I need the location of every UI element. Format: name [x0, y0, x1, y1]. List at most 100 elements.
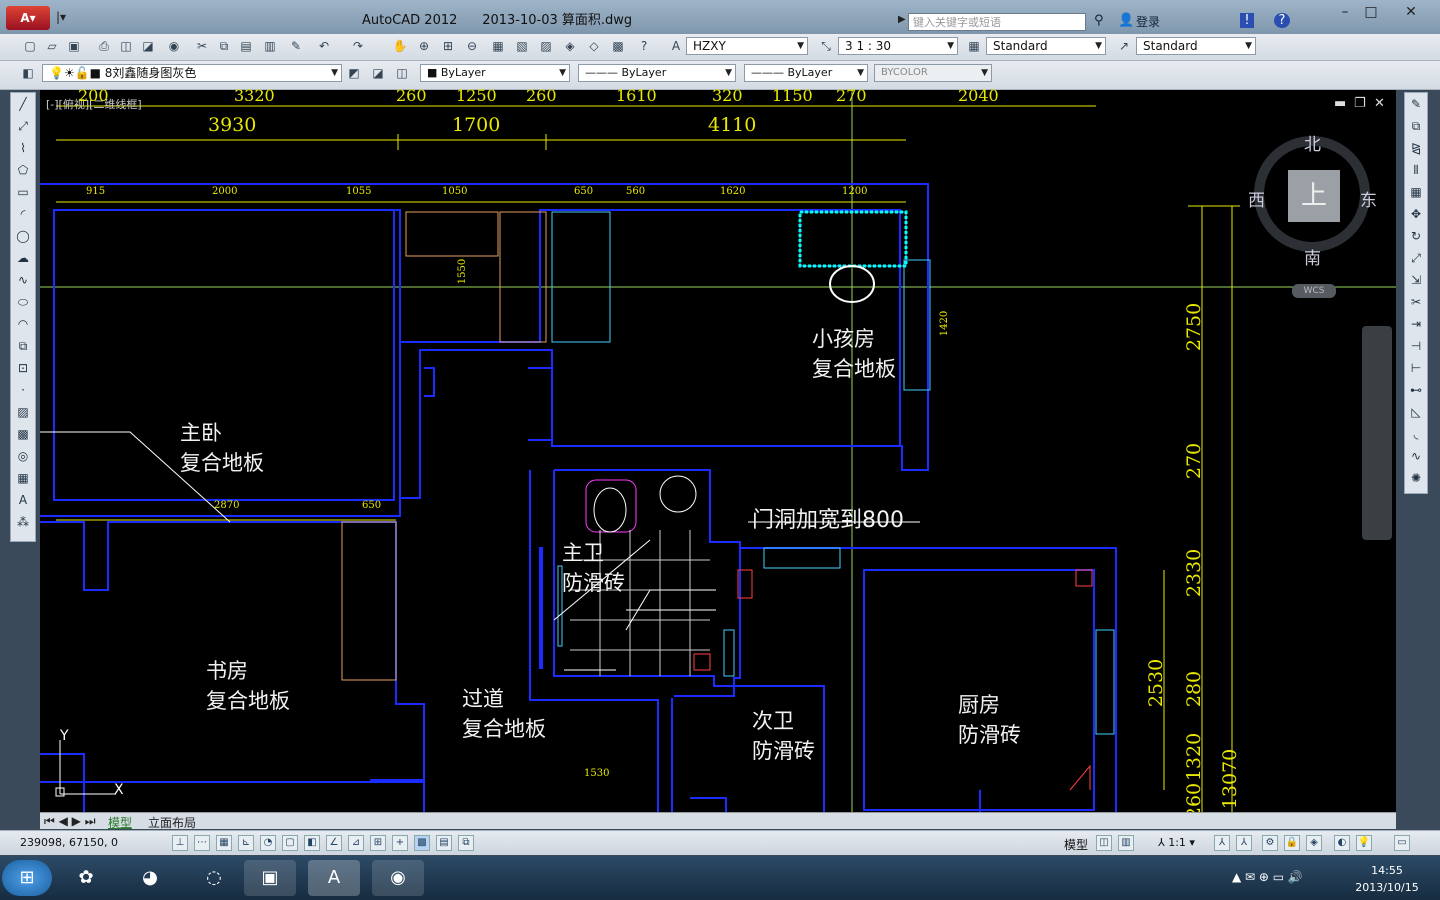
offset-icon[interactable]: ⫴: [1405, 159, 1427, 181]
grid-icon[interactable]: ▦: [216, 835, 232, 851]
tab-layout[interactable]: 立面布局: [148, 814, 196, 831]
markup-icon[interactable]: ◇: [586, 38, 602, 54]
app-pinwheel-icon[interactable]: ✿: [60, 860, 112, 896]
lineweight-toggle-icon[interactable]: +: [392, 835, 408, 851]
wcs-menu[interactable]: WCS: [1292, 284, 1336, 298]
otrack-icon[interactable]: ∠: [326, 835, 342, 851]
quick-access-menu-icon[interactable]: |▾: [56, 10, 66, 24]
start-button[interactable]: ⊞: [2, 860, 52, 896]
user-icon[interactable]: 👤: [1118, 13, 1134, 28]
ellipse-arc-icon[interactable]: ◠: [11, 313, 35, 335]
lock-icon[interactable]: 🔒: [1284, 835, 1300, 851]
break-point-icon[interactable]: ⊣: [1405, 335, 1427, 357]
sheet-set-icon[interactable]: ◈: [562, 38, 578, 54]
viewport-restore-icon[interactable]: ❐: [1354, 96, 1366, 111]
layer-manager-icon[interactable]: ◧: [20, 65, 36, 81]
polyline-icon[interactable]: ⌇: [11, 137, 35, 159]
login-link[interactable]: 登录: [1136, 13, 1160, 30]
minimize-button[interactable]: –: [1332, 4, 1358, 22]
annotation-scale[interactable]: ⅄ 1:1 ▾: [1158, 836, 1195, 849]
quick-view-layouts-icon[interactable]: ◫: [1096, 835, 1112, 851]
dim-style-select[interactable]: Standard ▼: [986, 37, 1106, 55]
ellipse-icon[interactable]: ⬭: [11, 291, 35, 313]
array-icon[interactable]: ▦: [1405, 181, 1427, 203]
preview-icon[interactable]: ◫: [118, 38, 134, 54]
rotate-icon[interactable]: ↻: [1405, 225, 1427, 247]
infer-constraints-icon[interactable]: ⊥: [172, 835, 188, 851]
auto-scale-icon[interactable]: ⅄: [1236, 835, 1252, 851]
layer-select[interactable]: 💡☀🔓■ 8刘鑫随身图灰色 ▼: [42, 64, 342, 82]
pan-icon[interactable]: ✋: [392, 38, 408, 54]
calculator-icon[interactable]: ▩: [610, 38, 626, 54]
print-icon[interactable]: ⎙: [96, 38, 112, 54]
ortho-icon[interactable]: ⊾: [238, 835, 254, 851]
binoculars-icon[interactable]: ⚲: [1094, 13, 1104, 28]
chamfer-icon[interactable]: ◺: [1405, 401, 1427, 423]
text-style-select[interactable]: HZXY ▼: [686, 37, 808, 55]
open-file-icon[interactable]: ▱: [44, 38, 60, 54]
line-icon[interactable]: ╱: [11, 93, 35, 115]
fillet-icon[interactable]: ◟: [1405, 423, 1427, 445]
text-icon[interactable]: A: [11, 489, 35, 511]
revcloud-icon[interactable]: ☁: [11, 247, 35, 269]
dyn-icon[interactable]: ⊞: [370, 835, 386, 851]
scale-icon[interactable]: ⤢: [1405, 247, 1427, 269]
extend-icon[interactable]: ⇥: [1405, 313, 1427, 335]
design-center-icon[interactable]: ▧: [514, 38, 530, 54]
app-recorder-icon[interactable]: ◉: [372, 860, 424, 896]
navigation-bar[interactable]: [1362, 326, 1392, 540]
scale-select[interactable]: 3 1 : 30 ▼: [838, 37, 958, 55]
compass-west[interactable]: 西: [1248, 186, 1265, 211]
compass-east[interactable]: 东: [1360, 186, 1377, 211]
model-space-label[interactable]: 模型: [1064, 836, 1088, 853]
quick-properties-icon[interactable]: ▤: [436, 835, 452, 851]
text-style-icon[interactable]: A: [668, 38, 684, 54]
layer-previous-icon[interactable]: ◪: [370, 65, 386, 81]
polygon-icon[interactable]: ⬠: [11, 159, 35, 181]
copy-icon[interactable]: ⧉: [216, 38, 232, 54]
explode-icon[interactable]: ✺: [1405, 467, 1427, 489]
polar-icon[interactable]: ◔: [260, 835, 276, 851]
match-properties-icon[interactable]: ▥: [262, 38, 278, 54]
web-icon[interactable]: ◉: [166, 38, 182, 54]
ducs-icon[interactable]: ⊿: [348, 835, 364, 851]
undo-icon[interactable]: ↶: [316, 38, 332, 54]
properties-icon[interactable]: ▦: [490, 38, 506, 54]
plotstyle-select[interactable]: BYCOLOR ▼: [874, 64, 992, 82]
region-icon[interactable]: ◎: [11, 445, 35, 467]
trim-icon[interactable]: ✂: [1405, 291, 1427, 313]
make-current-icon[interactable]: ◩: [346, 65, 362, 81]
help-button-icon[interactable]: ?: [636, 38, 652, 54]
blend-icon[interactable]: ∿: [1405, 445, 1427, 467]
publish-icon[interactable]: ◪: [140, 38, 156, 54]
mirror-icon[interactable]: ⧎: [1405, 137, 1427, 159]
tray-icons[interactable]: ▲ ✉ ⊕ ▭ 🔊: [1232, 870, 1303, 884]
gradient-icon[interactable]: ▩: [11, 423, 35, 445]
selection-cycling-icon[interactable]: ⧉: [458, 835, 474, 851]
zoom-window-icon[interactable]: ⊞: [440, 38, 456, 54]
table-style-icon[interactable]: ▦: [966, 38, 982, 54]
save-icon[interactable]: ▣: [66, 38, 82, 54]
isolate-objects-icon[interactable]: ◐: [1334, 835, 1350, 851]
table-style-select[interactable]: Standard ▼: [1136, 37, 1256, 55]
join-icon[interactable]: ⊷: [1405, 379, 1427, 401]
app-autocad-icon[interactable]: A: [308, 860, 360, 896]
snap-icon[interactable]: ⋯: [194, 835, 210, 851]
rectangle-icon[interactable]: ▭: [11, 181, 35, 203]
move-icon[interactable]: ✥: [1405, 203, 1427, 225]
tab-model[interactable]: 模型: [108, 814, 132, 831]
help-icon[interactable]: ?: [1274, 13, 1290, 28]
viewport-minimize-icon[interactable]: ▬: [1334, 96, 1346, 111]
zoom-previous-icon[interactable]: ⊖: [464, 38, 480, 54]
3d-osnap-icon[interactable]: ◧: [304, 835, 320, 851]
hatch-icon[interactable]: ▨: [11, 401, 35, 423]
arc-icon[interactable]: ◜: [11, 203, 35, 225]
layer-states-icon[interactable]: ◫: [394, 65, 410, 81]
insert-block-icon[interactable]: ⧉: [11, 335, 35, 357]
dim-style-icon[interactable]: ⤡: [818, 38, 834, 54]
redo-icon[interactable]: ↷: [350, 38, 366, 54]
table-icon[interactable]: ▦: [11, 467, 35, 489]
new-file-icon[interactable]: ▢: [22, 38, 38, 54]
search-input[interactable]: 键入关键字或短语: [908, 13, 1086, 31]
stretch-icon[interactable]: ⇲: [1405, 269, 1427, 291]
